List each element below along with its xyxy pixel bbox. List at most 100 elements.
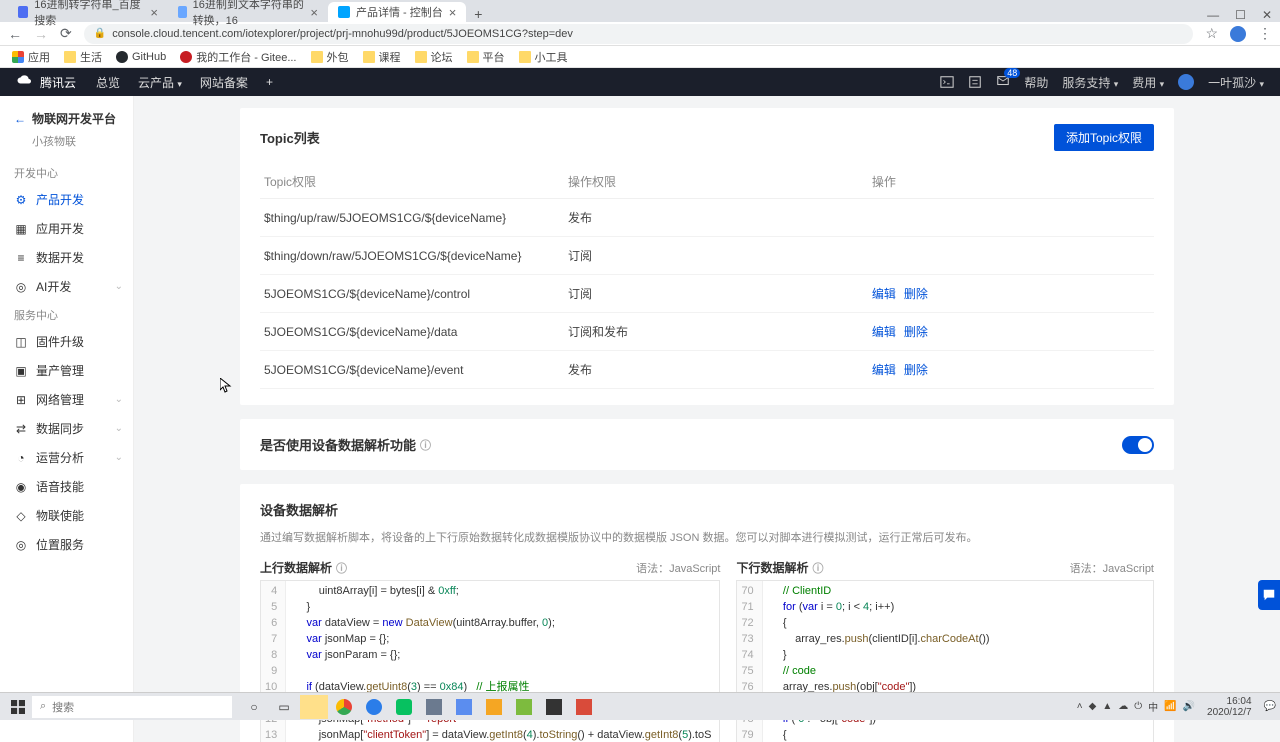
explorer-icon[interactable] (300, 695, 328, 719)
tab-close-icon[interactable]: × (310, 5, 318, 20)
ime-icon[interactable]: 中 (1148, 699, 1158, 714)
app-icon[interactable] (360, 695, 388, 719)
browser-tab-active[interactable]: 产品详情 - 控制台× (328, 2, 466, 22)
nav-overview[interactable]: 总览 (96, 74, 120, 91)
nav-username[interactable]: 一叶孤沙 ▾ (1208, 74, 1264, 91)
window-minimize-icon[interactable]: — (1207, 8, 1219, 22)
window-close-icon[interactable]: ✕ (1262, 8, 1272, 22)
nav-back-icon[interactable]: ← (8, 26, 22, 42)
volume-icon[interactable]: 🔊 (1183, 701, 1195, 712)
app-icon[interactable] (540, 695, 568, 719)
topic-card: Topic列表 添加Topic权限 Topic权限 操作权限 操作 $thing… (240, 108, 1174, 405)
tray-up-icon[interactable]: ˄ (1077, 701, 1083, 712)
tab-close-icon[interactable]: × (150, 5, 158, 20)
info-icon[interactable]: ⓘ (420, 437, 431, 453)
sidebar-item-ai-dev[interactable]: ◎AI开发⌄ (0, 272, 133, 301)
sidebar-item-product-dev[interactable]: ⚙产品开发 (0, 185, 133, 214)
nav-cost[interactable]: 费用 ▾ (1132, 74, 1164, 91)
edit-link[interactable]: 编辑 (872, 287, 896, 301)
bookmark-label: 生活 (80, 49, 102, 65)
taskbar-clock[interactable]: 16:04 2020/12/7 (1207, 696, 1252, 718)
sidebar-item-mass[interactable]: ▣量产管理 (0, 356, 133, 385)
parse-toggle-switch[interactable] (1122, 436, 1154, 454)
browser-tab[interactable]: 16进制到文本字符串的转换，16× (168, 2, 328, 22)
favicon-icon (18, 6, 28, 18)
delete-link[interactable]: 删除 (904, 363, 928, 377)
delete-link[interactable]: 删除 (904, 287, 928, 301)
apps-shortcut[interactable]: 应用 (12, 49, 50, 65)
app-icon[interactable] (450, 695, 478, 719)
info-icon[interactable]: ⓘ (812, 560, 823, 576)
sync-icon: ⇄ (14, 422, 28, 436)
sidebar-item-location[interactable]: ◎位置服务 (0, 530, 133, 559)
sidebar-item-iot[interactable]: ◇物联使能 (0, 501, 133, 530)
window-maximize-icon[interactable]: ☐ (1235, 8, 1246, 22)
sidebar-item-data-dev[interactable]: ≡数据开发 (0, 243, 133, 272)
nav-support[interactable]: 服务支持 ▾ (1062, 74, 1118, 91)
new-tab-button[interactable]: + (466, 6, 490, 22)
action-cell (868, 199, 1154, 237)
tray-icon[interactable]: ◆ (1089, 701, 1097, 712)
chrome-icon[interactable] (330, 695, 358, 719)
bookmark-item[interactable]: 我的工作台 - Gitee... (180, 49, 296, 65)
nav-add[interactable]: + (266, 75, 273, 89)
nav-help[interactable]: 帮助 (1024, 74, 1048, 91)
bookmark-item[interactable]: 平台 (467, 49, 505, 65)
sidebar-item-sync[interactable]: ⇄数据同步⌄ (0, 414, 133, 443)
tray-icon[interactable]: ⏻ (1134, 701, 1142, 712)
bookmark-item[interactable]: 生活 (64, 49, 102, 65)
user-avatar-icon[interactable] (1178, 74, 1194, 90)
bookmark-item[interactable]: GitHub (116, 51, 166, 63)
info-icon[interactable]: ⓘ (336, 560, 347, 576)
bookmark-label: 课程 (379, 49, 401, 65)
nav-products[interactable]: 云产品 ▾ (138, 74, 182, 91)
add-topic-button[interactable]: 添加Topic权限 (1054, 124, 1154, 151)
edit-link[interactable]: 编辑 (872, 325, 896, 339)
sidebar-back[interactable]: ← 物联网开发平台 (0, 106, 133, 131)
taskbar-search[interactable]: ⌕搜索 (32, 696, 232, 718)
taskview-icon[interactable]: ▭ (270, 695, 298, 719)
app-icon[interactable] (570, 695, 598, 719)
folder-icon (64, 51, 76, 63)
downlink-title: 下行数据解析 (736, 559, 808, 576)
profile-avatar[interactable] (1230, 26, 1246, 42)
wifi-icon[interactable]: 📶 (1164, 701, 1176, 712)
shell-icon[interactable] (940, 75, 954, 89)
edit-link[interactable]: 编辑 (872, 363, 896, 377)
app-icon[interactable] (480, 695, 508, 719)
app-icon[interactable] (420, 695, 448, 719)
tray-icon[interactable]: ▲ (1102, 701, 1112, 712)
windows-taskbar: ⌕搜索 ○ ▭ ˄ ◆ ▲ ☁ ⏻ 中 📶 🔊 16:04 2020/12/7 … (0, 692, 1280, 720)
start-button[interactable] (4, 693, 32, 721)
folder-icon (467, 51, 479, 63)
sidebar-item-app-dev[interactable]: ▦应用开发 (0, 214, 133, 243)
sidebar-item-network[interactable]: ⊞网络管理⌄ (0, 385, 133, 414)
sidebar-item-firmware[interactable]: ◫固件升级 (0, 327, 133, 356)
bookmark-item[interactable]: 课程 (363, 49, 401, 65)
bookmark-item[interactable]: 论坛 (415, 49, 453, 65)
sidebar-item-label: 运营分析 (36, 449, 84, 466)
tray-icon[interactable]: ☁ (1118, 701, 1128, 712)
bookmark-item[interactable]: 外包 (311, 49, 349, 65)
browser-tab[interactable]: 16进制转字符串_百度搜索× (8, 2, 168, 22)
system-tray[interactable]: ˄ ◆ ▲ ☁ ⏻ 中 📶 🔊 16:04 2020/12/7 💬 (1077, 696, 1276, 718)
sidebar-item-voice[interactable]: ◉语音技能 (0, 472, 133, 501)
tencent-cloud-logo[interactable]: 腾讯云 (16, 73, 76, 91)
ticket-icon[interactable] (968, 75, 982, 89)
chat-fab[interactable] (1258, 580, 1280, 610)
notifications-icon[interactable]: 💬 (1264, 701, 1276, 712)
menu-icon[interactable]: ⋮ (1258, 25, 1272, 42)
nav-beian[interactable]: 网站备案 (200, 74, 248, 91)
sidebar-group-label: 服务中心 (0, 301, 133, 327)
wechat-icon[interactable] (390, 695, 418, 719)
table-row: 5JOEOMS1CG/${deviceName}/event发布编辑删除 (260, 351, 1154, 389)
app-icon[interactable] (510, 695, 538, 719)
delete-link[interactable]: 删除 (904, 325, 928, 339)
sidebar-item-ops[interactable]: ◔运营分析⌄ (0, 443, 133, 472)
star-icon[interactable]: ☆ (1205, 25, 1218, 42)
message-icon[interactable]: 48 (996, 74, 1010, 91)
cortana-icon[interactable]: ○ (240, 695, 268, 719)
bookmark-item[interactable]: 小工具 (519, 49, 568, 65)
tab-close-icon[interactable]: × (449, 5, 457, 20)
bookmark-label: 应用 (28, 49, 50, 65)
